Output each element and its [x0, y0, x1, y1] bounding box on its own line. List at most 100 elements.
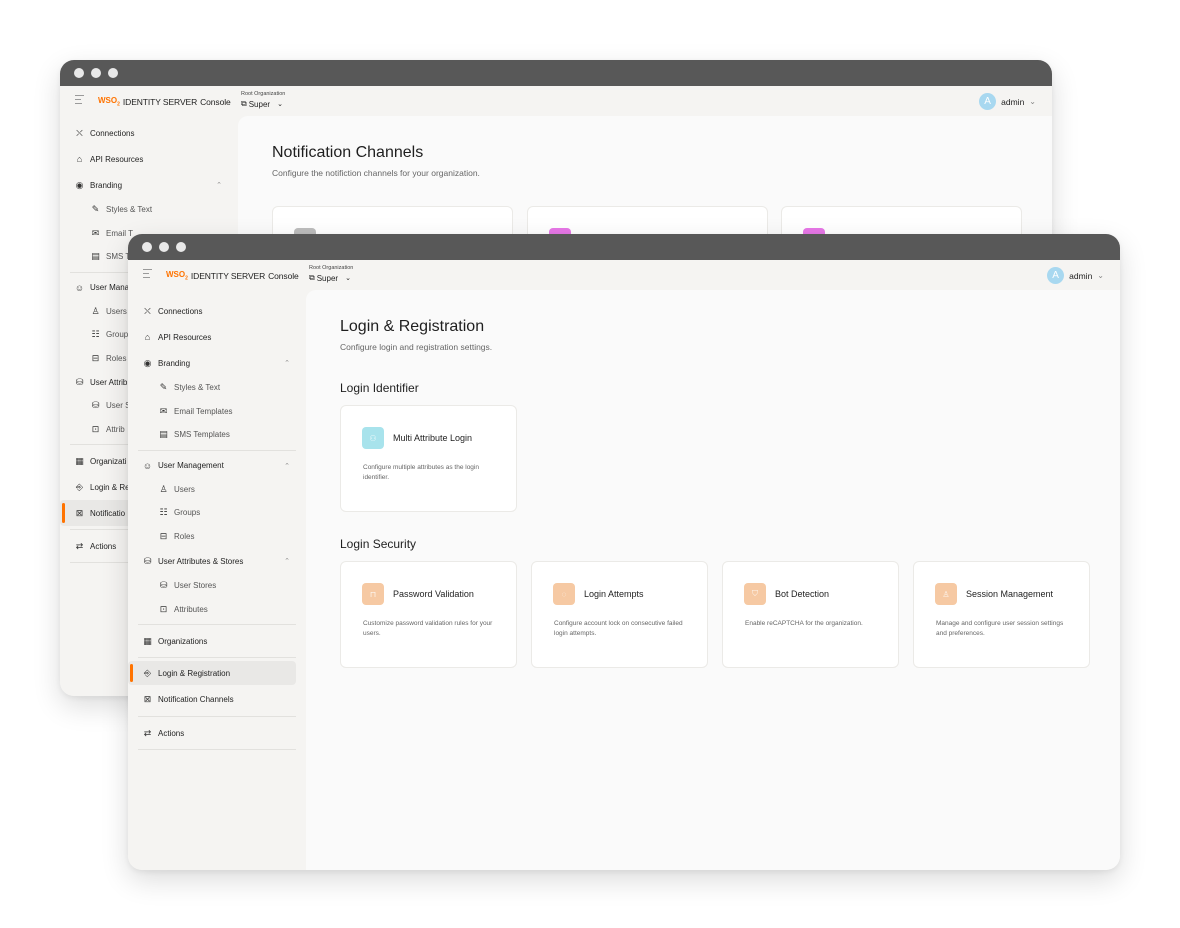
- sidebar-item-user-stores[interactable]: ⛁ User Stores: [128, 574, 306, 598]
- organization-switcher[interactable]: Root Organization ⧉ Super ⌄: [241, 91, 285, 109]
- window-control-dot[interactable]: [74, 68, 84, 78]
- window-control-dot[interactable]: [108, 68, 118, 78]
- sidebar-item-organizations[interactable]: ▦ Organizations: [128, 628, 306, 654]
- sidebar-item-email-templates[interactable]: ✉ Email Templates: [128, 400, 306, 424]
- database-icon: ⛁: [75, 376, 84, 387]
- brush-icon: ✎: [159, 382, 168, 393]
- group-icon: ☷: [159, 507, 168, 518]
- wso2-logo: WSO2: [166, 270, 188, 282]
- avatar: A: [1047, 267, 1065, 284]
- org-label: Root Organization: [309, 265, 354, 271]
- page-subtitle: Configure login and registration setting…: [340, 342, 493, 352]
- sidebar-item-roles[interactable]: ⊟ Roles: [128, 525, 306, 549]
- menu-icon[interactable]: [143, 269, 152, 279]
- sidebar-item-label: Styles & Text: [106, 205, 153, 215]
- login-attempts-card[interactable]: ◌ Login Attempts Configure account lock …: [531, 561, 708, 668]
- sidebar-item-login-registration[interactable]: ⎆ Login & Registration: [128, 661, 296, 685]
- sidebar-item-label: User Management: [158, 461, 224, 470]
- section-title-login-security: Login Security: [340, 537, 417, 551]
- sidebar-item-connections[interactable]: ⛌ Connections: [128, 298, 306, 324]
- sidebar-item-label: Connections: [90, 128, 135, 138]
- sidebar-item-label: Branding: [90, 180, 123, 190]
- window-control-dot[interactable]: [142, 242, 152, 252]
- chevron-down-icon: ⌄: [345, 275, 351, 282]
- app-header: WSO2 IDENTITY SERVER Console Root Organi…: [60, 86, 1052, 116]
- page-title: Login & Registration: [340, 318, 485, 335]
- window-control-dot[interactable]: [159, 242, 169, 252]
- card-description: Configure multiple attributes as the log…: [363, 464, 479, 481]
- login-icon: ⎆: [143, 667, 152, 678]
- attribute-icon: ⊡: [159, 603, 168, 614]
- sidebar-item-user-management[interactable]: ☺ User Management ⌃: [128, 454, 306, 478]
- database-icon: ⛁: [91, 400, 100, 411]
- user-circle-icon: ☺: [142, 460, 153, 471]
- sidebar-item-label: User S: [106, 401, 131, 411]
- sidebar-item-styles[interactable]: ✎ Styles & Text: [128, 376, 306, 400]
- sidebar-item-label: API Resources: [158, 332, 212, 342]
- password-validation-card[interactable]: ⊓ Password Validation Customize password…: [340, 561, 517, 668]
- roles-icon: ⊟: [159, 530, 168, 541]
- mail-icon: ✉: [91, 227, 100, 238]
- org-icon: ⧉: [309, 273, 315, 282]
- sidebar-item-label: Attributes: [174, 604, 208, 614]
- sidebar-item-user-attributes[interactable]: ⛁ User Attributes & Stores ⌃: [128, 548, 306, 574]
- sidebar-item-styles[interactable]: ✎ Styles & Text: [60, 198, 238, 222]
- session-management-card[interactable]: ♙ Session Management Manage and configur…: [913, 561, 1090, 668]
- chevron-down-icon: ⌄: [1029, 97, 1036, 106]
- product-logo: WSO2 IDENTITY SERVER Console: [98, 96, 231, 108]
- sidebar-item-label: Actions: [90, 541, 117, 551]
- avatar: A: [979, 93, 997, 110]
- username: admin: [1001, 96, 1025, 107]
- sidebar-item-branding[interactable]: ◉ Branding ⌃: [128, 350, 306, 376]
- connections-icon: ⛌: [76, 127, 83, 138]
- org-label: Root Organization: [241, 91, 286, 97]
- sidebar-item-actions[interactable]: ⇄ Actions: [128, 720, 306, 746]
- chevron-down-icon: ⌄: [277, 101, 283, 108]
- sidebar-item-label: User Mana: [90, 283, 130, 292]
- sidebar: ⛌ Connections ⌂ API Resources ◉ Branding ⌃ ✎…: [128, 290, 306, 870]
- group-icon: ☷: [91, 329, 100, 340]
- page-title: Notification Channels: [272, 144, 424, 161]
- product-name: IDENTITY SERVER: [122, 96, 198, 107]
- window-control-dot[interactable]: [176, 242, 186, 252]
- divider: [138, 716, 296, 717]
- sidebar-item-label: SMS Templates: [174, 430, 230, 440]
- section-title-login-identifier: Login Identifier: [340, 381, 419, 395]
- database-icon: ⛁: [143, 555, 152, 566]
- sidebar-item-api-resources[interactable]: ⌂ API Resources: [60, 146, 238, 172]
- bot-detection-card[interactable]: ⛉ Bot Detection Enable reCAPTCHA for the…: [722, 561, 899, 668]
- actions-icon: ⇄: [75, 540, 84, 551]
- multi-attribute-login-card[interactable]: ⚇ Multi Attribute Login Configure multip…: [340, 405, 517, 512]
- sms-icon: ▤: [159, 429, 168, 440]
- sidebar-item-label: Organizations: [158, 636, 208, 646]
- sidebar-item-attributes[interactable]: ⊡ Attributes: [128, 598, 306, 622]
- sidebar-item-connections[interactable]: ⛌ Connections: [60, 120, 238, 146]
- sidebar-item-label: User Attributes & Stores: [158, 556, 244, 566]
- sidebar-item-groups[interactable]: ☷ Groups: [128, 501, 306, 525]
- sidebar-item-api-resources[interactable]: ⌂ API Resources: [128, 324, 306, 350]
- attribute-icon: ⊡: [91, 423, 100, 434]
- sidebar-item-label: Email T: [106, 228, 133, 238]
- username: admin: [1069, 270, 1093, 281]
- chevron-up-icon: ⌃: [284, 558, 290, 565]
- sidebar-item-sms-templates[interactable]: ▤ SMS Templates: [128, 423, 306, 447]
- menu-icon[interactable]: [75, 95, 84, 105]
- product-name: IDENTITY SERVER: [190, 270, 266, 281]
- multi-attribute-icon: ⚇: [362, 427, 384, 449]
- password-icon: ⊓: [362, 583, 384, 605]
- sidebar-item-branding[interactable]: ◉ Branding ⌃: [60, 172, 238, 198]
- mail-icon: ✉: [159, 405, 168, 416]
- console-label: Console: [200, 96, 231, 107]
- notification-icon: ⊠: [143, 693, 152, 704]
- sidebar-item-users[interactable]: ♙ Users: [128, 478, 306, 502]
- organization-switcher[interactable]: Root Organization ⧉ Super ⌄: [309, 265, 353, 283]
- user-menu[interactable]: A admin ⌄: [979, 93, 1036, 110]
- user-menu[interactable]: A admin ⌄: [1047, 267, 1104, 284]
- user-icon: ♙: [91, 305, 100, 316]
- sidebar-item-label: User Stores: [174, 581, 217, 591]
- card-title: Bot Detection: [775, 589, 830, 599]
- window-control-dot[interactable]: [91, 68, 101, 78]
- user-icon: ♙: [159, 483, 168, 494]
- sidebar-item-notification-channels[interactable]: ⊠ Notification Channels: [128, 685, 306, 713]
- org-value: Super: [316, 273, 339, 283]
